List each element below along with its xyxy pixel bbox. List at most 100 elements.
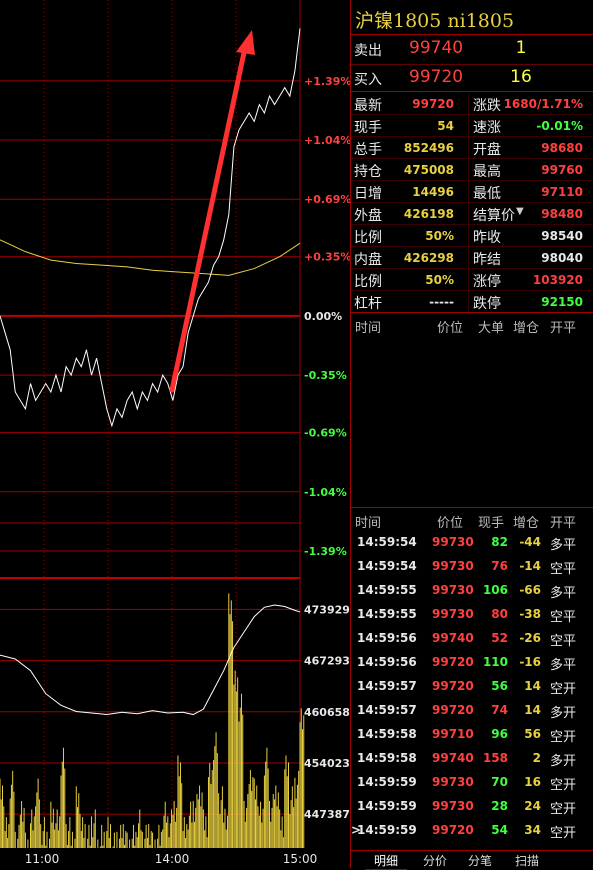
- price-tick-label: -1.39%: [304, 545, 347, 558]
- stat-label: 现手: [354, 120, 382, 136]
- stat-value: 103920: [532, 273, 583, 287]
- stat-label: 外盘: [354, 208, 382, 224]
- stat-row: 杠杆 ----- 跌停 92150: [351, 291, 593, 313]
- divider: [351, 91, 593, 92]
- price-tick-label: -0.69%: [304, 427, 347, 440]
- tick-type: 多平: [550, 658, 577, 673]
- stat-label: 昨结: [473, 252, 501, 268]
- volume-tick-label: 460658: [304, 706, 350, 719]
- tick-time: 14:59:58: [357, 751, 417, 765]
- tick-oi-change: -38: [519, 607, 541, 621]
- tick-row[interactable]: 14:59:57 99720 74 14 多开: [351, 703, 593, 725]
- tab-3[interactable]: 扫描: [506, 852, 548, 869]
- tick-price: 99740: [432, 751, 474, 765]
- tick-volume: 28: [491, 799, 508, 813]
- tick-price: 99720: [432, 703, 474, 717]
- divider: [351, 180, 593, 181]
- stat-value: 426298: [403, 251, 454, 265]
- stat-label: 杠杆: [354, 296, 382, 312]
- tick-type: 多开: [550, 706, 577, 721]
- tick-time: 14:59:57: [357, 703, 417, 717]
- tick-volume: 54: [491, 823, 508, 837]
- stat-row: 内盘 426298 昨结 98040: [351, 247, 593, 269]
- tick-volume: 56: [491, 679, 508, 693]
- stat-value: 98680: [541, 141, 583, 155]
- tick-oi-change: 2: [532, 751, 541, 765]
- divider: [351, 136, 593, 137]
- tick-row[interactable]: 14:59:54 99730 76 -14 空平: [351, 559, 593, 581]
- arrow-head-icon: [236, 30, 255, 55]
- tick-volume: 70: [491, 775, 508, 789]
- stat-row: 比例 50% 涨停 103920: [351, 269, 593, 291]
- detail-tabs: 明细 分价 分笔 扫描: [351, 850, 593, 870]
- tick-row[interactable]: 14:59:54 99730 82 -44 多平: [351, 535, 593, 557]
- tick-type: 空平: [550, 634, 577, 649]
- stat-label: 内盘: [354, 252, 382, 268]
- tick-price: 99710: [432, 727, 474, 741]
- price-tick-label: -0.35%: [304, 369, 347, 382]
- tick-price: 99730: [432, 607, 474, 621]
- price-tick-label: +1.39%: [304, 75, 350, 88]
- divider: [351, 507, 593, 508]
- tick-oi-change: 56: [524, 727, 541, 741]
- tick-volume: 76: [491, 559, 508, 573]
- price-tick-label: +1.04%: [304, 134, 350, 147]
- divider: [351, 224, 593, 225]
- stat-value: 852496: [403, 141, 454, 155]
- tick-row[interactable]: 14:59:57 99720 56 14 空开: [351, 679, 593, 701]
- intraday-chart[interactable]: +1.39% +1.04% +0.69% +0.35% 0.00% -0.35% -0.69…: [0, 0, 350, 868]
- stat-label: 持仓: [354, 164, 382, 180]
- tab-0[interactable]: 明细: [365, 852, 407, 870]
- tick-row[interactable]: 14:59:55 99730 80 -38 空平: [351, 607, 593, 629]
- volume-tick-label: 447387: [304, 808, 350, 821]
- stat-value: 99760: [541, 163, 583, 177]
- tick-oi-change: 34: [524, 823, 541, 837]
- tab-1[interactable]: 分价: [414, 852, 456, 869]
- tab-2[interactable]: 分笔: [459, 852, 501, 869]
- stat-label: 跌停: [473, 296, 501, 312]
- stat-value: 1680/1.71%: [503, 97, 583, 111]
- column-header: 大单: [478, 321, 505, 336]
- average-price-line: [0, 239, 301, 276]
- caret-down-icon[interactable]: ▼: [516, 206, 524, 217]
- tick-row[interactable]: 14:59:58 99740 158 2 多开: [351, 751, 593, 773]
- stat-value: -0.01%: [536, 119, 583, 133]
- tick-row[interactable]: 14:59:59 99730 28 24 空开: [351, 799, 593, 821]
- column-header: 价位: [437, 516, 464, 531]
- tick-type: 空平: [550, 610, 577, 625]
- tick-row[interactable]: 14:59:55 99730 106 -66 多平: [351, 583, 593, 605]
- stat-row: 比例 50% 昨收 98540: [351, 225, 593, 247]
- column-header: 增仓: [513, 321, 540, 336]
- tick-price: 99730: [432, 583, 474, 597]
- column-header: 开平: [550, 321, 577, 336]
- quote-panel: 沪镍1805 ni1805 卖出 99740 1 买入 99720 16 最新 9…: [351, 0, 593, 870]
- tick-volume: 82: [491, 535, 508, 549]
- intraday-chart-panel[interactable]: +1.39% +1.04% +0.69% +0.35% 0.00% -0.35% -0.69…: [0, 0, 350, 868]
- tick-time: 14:59:59: [357, 775, 417, 789]
- tick-row[interactable]: 14:59:59 99730 70 16 空开: [351, 775, 593, 797]
- tick-type: 空开: [550, 730, 577, 745]
- tick-oi-change: -26: [519, 631, 541, 645]
- column-header: 增仓: [513, 516, 540, 531]
- tick-row[interactable]: 14:59:56 99740 52 -26 空平: [351, 631, 593, 653]
- tick-oi-change: -44: [519, 535, 541, 549]
- tick-time: 14:59:55: [357, 583, 417, 597]
- bid-row[interactable]: 买入 99720 16: [351, 65, 593, 91]
- stat-row: 现手 54 速涨 -0.01%: [351, 115, 593, 137]
- bid-label: 买入: [354, 72, 382, 88]
- volume-tick-label: 467293: [304, 655, 350, 668]
- tick-row[interactable]: 14:59:56 99720 110 -16 多平: [351, 655, 593, 677]
- ask-price: 99740: [409, 38, 464, 58]
- tick-price: 99740: [432, 631, 474, 645]
- tick-time: 14:59:56: [357, 631, 417, 645]
- stat-label: 速涨: [473, 120, 501, 136]
- ask-row[interactable]: 卖出 99740 1: [351, 36, 593, 64]
- time-axis-label: 11:00: [25, 852, 60, 866]
- tick-volume: 52: [491, 631, 508, 645]
- bid-price: 99720: [409, 67, 464, 87]
- tick-volume: 74: [491, 703, 508, 717]
- tick-row[interactable]: >14:59:59 99720 54 34 空开: [351, 823, 593, 845]
- divider: [351, 34, 593, 35]
- tick-row[interactable]: 14:59:58 99710 96 56 空开: [351, 727, 593, 749]
- stat-value: 426198: [403, 207, 454, 221]
